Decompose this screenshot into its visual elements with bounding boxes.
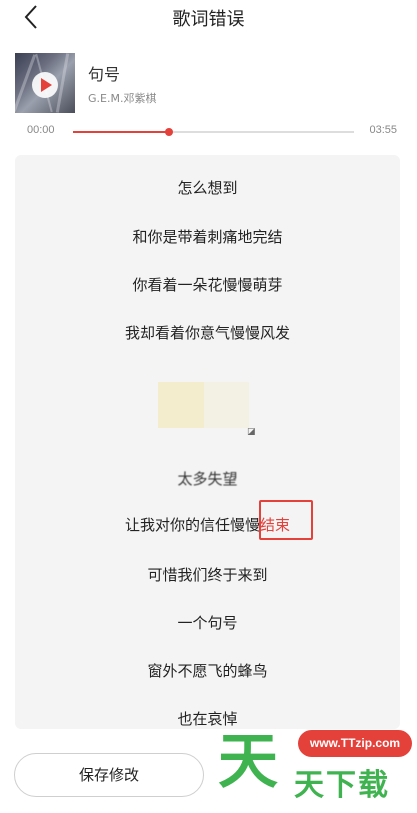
lyric-line[interactable]: 可惜我们终于来到 [15,564,400,585]
lyrics-editor[interactable]: 怎么想到 和你是带着刺痛地完结 你看着一朵花慢慢萌芽 我却看着你意气慢慢风发 ◪… [15,155,400,729]
album-cover [15,53,75,113]
watermark-logo-char: 天 [218,727,278,797]
current-time: 00:00 [27,124,55,136]
lyric-line[interactable]: 太多失望 [15,468,400,489]
playback-progress: 00:00 03:55 [0,120,417,144]
text-cursor-handle[interactable]: ◪ [247,427,256,437]
artist-name: G.E.M.邓紫棋 [88,92,157,105]
song-info: 句号 G.E.M.邓紫棋 [15,53,405,115]
song-name: 句号 [88,65,121,84]
obscured-region [204,382,249,428]
site-watermark: 天 www.TTzip.com 天下载 [218,722,417,813]
page-title: 歌词错误 [172,9,245,30]
header: 歌词错误 [0,0,417,34]
lyric-line[interactable]: 和你是带着刺痛地完结 [15,226,400,247]
edited-line-prefix: 让我对你的信任慢慢 [124,516,260,534]
edited-lyric-line[interactable]: 让我对你的信任慢慢结束 [15,514,400,535]
progress-thumb[interactable] [164,128,173,136]
save-button[interactable]: 保存修改 [14,753,204,797]
total-time: 03:55 [369,124,397,136]
lyric-line[interactable]: 怎么想到 [15,177,400,198]
lyric-line[interactable]: 我却看着你意气慢慢风发 [15,322,400,343]
edit-highlight-box [259,500,313,540]
watermark-badge: www.TTzip.com [298,730,412,757]
lyric-line[interactable]: 一个句号 [15,612,400,633]
lyric-line[interactable]: 你看着一朵花慢慢萌芽 [15,274,400,295]
lyric-line[interactable]: 窗外不愿飞的蜂鸟 [15,660,400,681]
progress-track[interactable] [73,128,354,136]
play-icon [41,78,52,92]
play-button[interactable] [32,72,58,98]
watermark-text: 天下载 [294,768,390,803]
progress-fill [73,131,169,133]
obscured-region [158,382,204,428]
